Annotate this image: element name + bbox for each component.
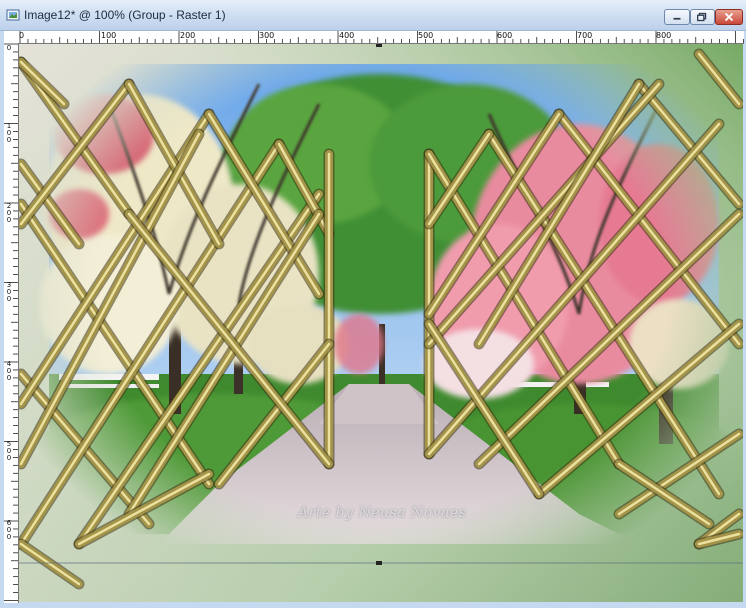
ruler-label-200: 200 xyxy=(180,31,196,40)
ruler-v-label-400: 400 xyxy=(6,360,12,382)
minimize-icon xyxy=(673,17,681,20)
ruler-label-600: 600 xyxy=(497,31,513,40)
ruler-label-100: 100 xyxy=(101,31,117,40)
ruler-v-label-500: 500 xyxy=(6,440,12,462)
image-canvas[interactable]: Arte by Neusa Novaes xyxy=(19,44,743,602)
bottom-handle[interactable] xyxy=(376,561,382,565)
ruler-v-label-200: 200 xyxy=(6,202,12,224)
close-icon xyxy=(724,12,734,22)
ruler-label-800: 800 xyxy=(656,31,672,40)
ruler-v-label-0: 0 xyxy=(6,44,12,52)
maximize-button[interactable] xyxy=(690,9,715,25)
window-title: Image12* @ 100% (Group - Raster 1) xyxy=(24,8,226,22)
ruler-v-label-100: 100 xyxy=(6,122,12,144)
ruler-label-400: 400 xyxy=(339,31,355,40)
top-handle[interactable] xyxy=(376,44,382,47)
window-bottom-edge xyxy=(4,603,744,608)
ruler-v-label-300: 300 xyxy=(6,281,12,303)
ruler-label-500: 500 xyxy=(418,31,434,40)
horizontal-ruler[interactable]: 0 100 200 300 400 500 600 700 800 xyxy=(18,31,744,44)
title-bar[interactable]: Image12* @ 100% (Group - Raster 1) xyxy=(0,0,746,31)
close-button[interactable] xyxy=(715,9,743,25)
ruler-label-0: 0 xyxy=(19,31,25,40)
ruler-label-700: 700 xyxy=(577,31,593,40)
image-document-icon xyxy=(6,9,20,21)
restore-icon xyxy=(697,12,707,22)
ruler-label-300: 300 xyxy=(259,31,275,40)
horizontal-ruler-ticks xyxy=(19,31,744,43)
vertical-ruler[interactable]: 0 100 200 300 400 500 600 xyxy=(4,43,19,603)
image-window: Image12* @ 100% (Group - Raster 1) 0 100… xyxy=(0,0,746,608)
minimize-button[interactable] xyxy=(664,9,690,25)
ruler-v-label-600: 600 xyxy=(6,519,12,541)
watermark-signature: Arte by Neusa Novaes xyxy=(298,505,467,521)
